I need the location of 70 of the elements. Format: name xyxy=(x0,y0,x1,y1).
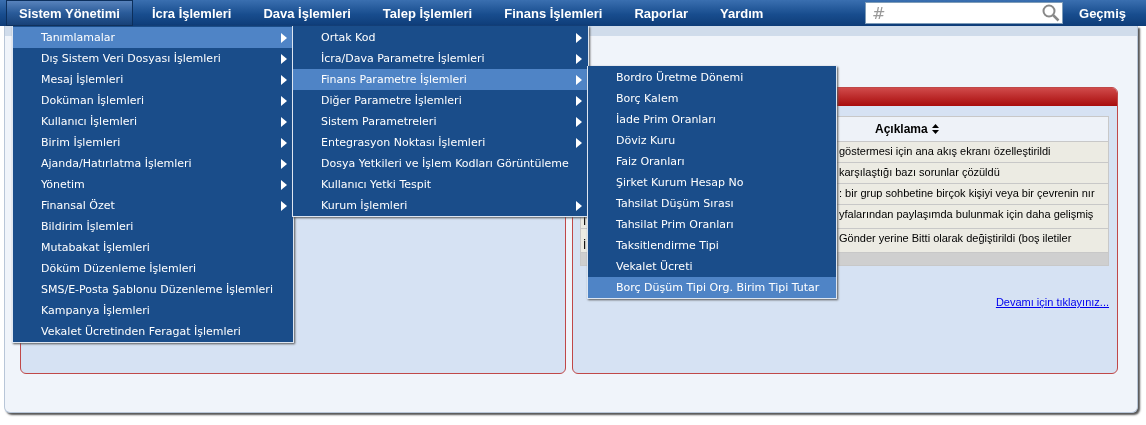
menu-item[interactable]: Şirket Kurum Hesap No xyxy=(588,172,836,193)
search-field[interactable]: # xyxy=(865,2,1063,24)
menu-bar-item[interactable]: Dava İşlemleri xyxy=(250,0,364,26)
table-cell: : bir grup sohbetine birçok kişiyi veya bir çevrenin nır xyxy=(839,187,1095,199)
menu-item[interactable]: Tanımlamalar xyxy=(13,27,293,48)
sort-icon[interactable] xyxy=(931,124,939,134)
menu-bar-item[interactable]: Raporlar xyxy=(621,0,701,26)
menu-item[interactable]: Vekalet Ücreti xyxy=(588,256,836,277)
menu-item[interactable]: Entegrasyon Noktası İşlemleri xyxy=(293,132,588,153)
menu-item[interactable]: Yönetim xyxy=(13,174,293,195)
menu-item[interactable]: Tahsilat Düşüm Sırası xyxy=(588,193,836,214)
submenu-arrow-icon xyxy=(281,74,287,85)
menu-item[interactable]: SMS/E-Posta Şablonu Düzenleme İşlemleri xyxy=(13,279,293,300)
menu-item[interactable]: Borç Düşüm Tipi Org. Birim Tipi Tutar xyxy=(588,277,836,298)
submenu-arrow-icon xyxy=(281,53,287,64)
submenu-arrow-icon xyxy=(576,137,582,148)
menu-item[interactable]: Döküm Düzenleme İşlemleri xyxy=(13,258,293,279)
history-button[interactable]: Geçmiş xyxy=(1065,0,1140,26)
submenu-arrow-icon xyxy=(281,200,287,211)
table-cell: göstermesi için ana akış ekranı özelleştirildi xyxy=(839,145,1051,157)
menu-item[interactable]: Birim İşlemleri xyxy=(13,132,293,153)
menu-item[interactable]: Bordro Üretme Dönemi xyxy=(588,67,836,88)
menu-item[interactable]: Kullanıcı İşlemleri xyxy=(13,111,293,132)
menu-item[interactable]: Ajanda/Hatırlatma İşlemleri xyxy=(13,153,293,174)
submenu-arrow-icon xyxy=(281,158,287,169)
submenu-arrow-icon xyxy=(576,74,582,85)
menu-item[interactable]: Mutabakat İşlemleri xyxy=(13,237,293,258)
menu-item[interactable]: Dosya Yetkileri ve İşlem Kodları Görüntüleme xyxy=(293,153,588,174)
menu-item[interactable]: Mesaj İşlemleri xyxy=(13,69,293,90)
submenu-arrow-icon xyxy=(281,137,287,148)
menu-item[interactable]: Taksitlendirme Tipi xyxy=(588,235,836,256)
submenu-arrow-icon xyxy=(576,116,582,127)
menu-bar-item[interactable]: Sistem Yönetimi xyxy=(6,0,133,26)
menu-bar-item[interactable]: İcra İşlemleri xyxy=(138,0,245,26)
submenu-arrow-icon xyxy=(281,95,287,106)
submenu-arrow-icon xyxy=(576,200,582,211)
submenu-arrow-icon xyxy=(576,32,582,43)
menu-item[interactable]: Bildirim İşlemleri xyxy=(13,216,293,237)
menu-item[interactable]: İcra/Dava Parametre İşlemleri xyxy=(293,48,588,69)
table-cell: İ xyxy=(583,239,587,252)
submenu-arrow-icon xyxy=(576,53,582,64)
menu-bar-item[interactable]: Yardım xyxy=(706,0,777,26)
submenu-arrow-icon xyxy=(576,95,582,106)
menu-item[interactable]: Kurum İşlemleri xyxy=(293,195,588,216)
table-cell: Gönder yerine Bitti olarak değiştirildi (boş iletiler xyxy=(839,232,1072,244)
menu-item[interactable]: Doküman İşlemleri xyxy=(13,90,293,111)
menu-item[interactable]: Kampanya İşlemleri xyxy=(13,300,293,321)
table-cell: karşılaştığı bazı sorunlar çözüldü xyxy=(839,166,1000,178)
menu-item[interactable]: Vekalet Ücretinden Feragat İşlemleri xyxy=(13,321,293,342)
menu-item[interactable]: Borç Kalem xyxy=(588,88,836,109)
menu-bar-item[interactable]: Talep İşlemleri xyxy=(369,0,486,26)
submenu-arrow-icon xyxy=(281,179,287,190)
menu-item[interactable]: Tahsilat Prim Oranları xyxy=(588,214,836,235)
menu-bar-item[interactable]: Finans İşlemleri xyxy=(491,0,616,26)
menu-item[interactable]: Finans Parametre İşlemleri xyxy=(293,69,588,90)
table-cell: yfalarından paylaşımda bulunmak için daha gelişmiş xyxy=(839,208,1094,220)
menu-item[interactable]: Dış Sistem Veri Dosyası İşlemleri xyxy=(13,48,293,69)
menu-item[interactable]: Kullanıcı Yetki Tespit xyxy=(293,174,588,195)
column-header[interactable]: Açıklama xyxy=(875,122,928,136)
menu-item[interactable]: Sistem Parametreleri xyxy=(293,111,588,132)
menu-item[interactable]: Diğer Parametre İşlemleri xyxy=(293,90,588,111)
menu-item[interactable]: Ortak Kod xyxy=(293,27,588,48)
search-icon[interactable] xyxy=(1042,4,1060,22)
menu-item[interactable]: Faiz Oranları xyxy=(588,151,836,172)
menu-item[interactable]: İade Prim Oranları xyxy=(588,109,836,130)
more-link[interactable]: Devamı için tıklayınız... xyxy=(995,296,1109,308)
menu-item[interactable]: Finansal Özet xyxy=(13,195,293,216)
submenu-arrow-icon xyxy=(281,116,287,127)
submenu-arrow-icon xyxy=(281,32,287,43)
menu-item[interactable]: Döviz Kuru xyxy=(588,130,836,151)
